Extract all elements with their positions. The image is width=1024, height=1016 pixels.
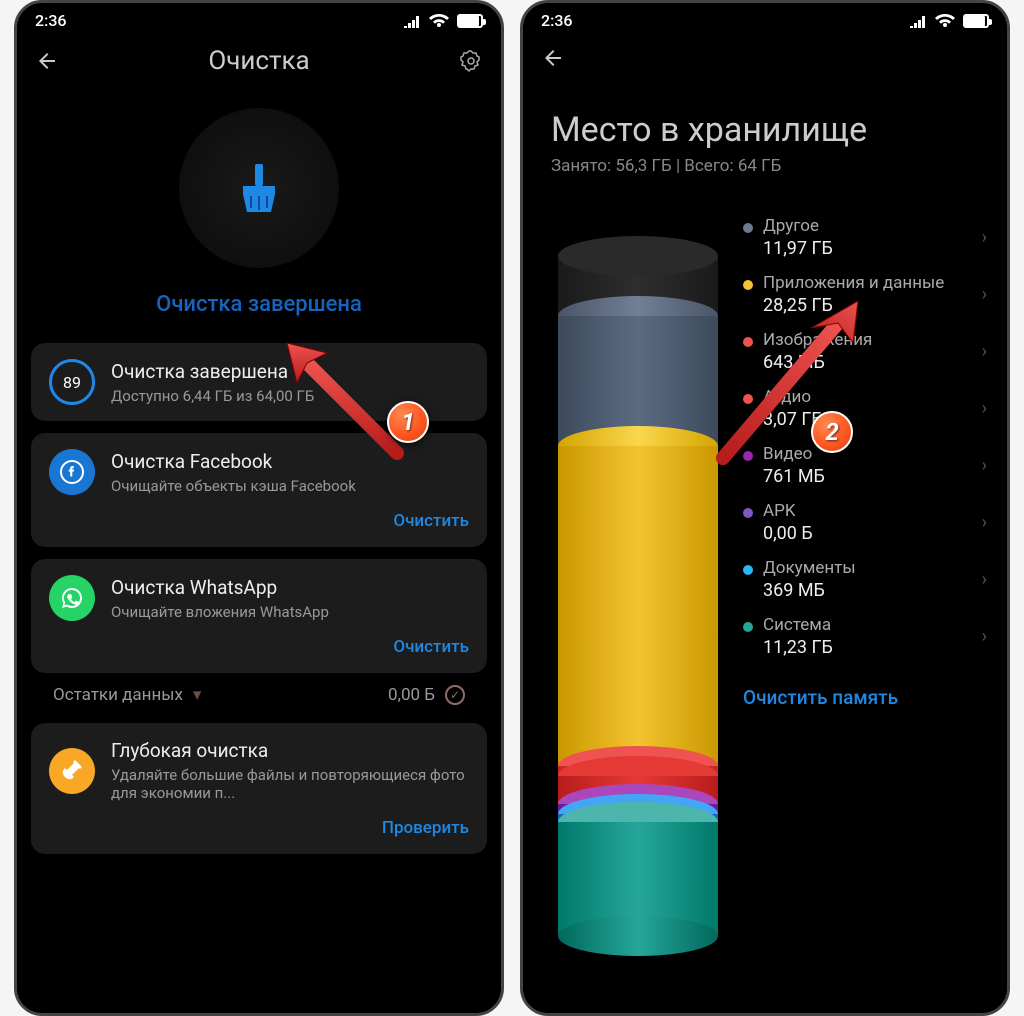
legend-dot-icon xyxy=(743,280,753,290)
legend-name: Приложения и данные xyxy=(763,273,944,293)
legend-item[interactable]: Другое 11,97 ГБ › xyxy=(743,216,987,259)
settings-button[interactable] xyxy=(459,49,483,73)
legend-item[interactable]: Изображения 643 МБ › xyxy=(743,330,987,373)
battery-icon xyxy=(457,14,483,28)
status-bar: 2:36 xyxy=(17,3,501,34)
chevron-down-icon: ▾ xyxy=(193,685,202,705)
storage-header: Место в хранилище Занято: 56,3 ГБ | Всег… xyxy=(523,70,1007,186)
legend-item[interactable]: APK 0,00 Б › xyxy=(743,501,987,544)
legend-value: 761 МБ xyxy=(763,466,825,487)
clean-memory-button[interactable]: Очистить память xyxy=(743,672,987,711)
phone-screen-cleaner: 2:36 Очистка xyxy=(14,0,504,1016)
legend-item[interactable]: Аудио 3,07 ГБ › xyxy=(743,387,987,430)
chevron-right-icon: › xyxy=(982,569,987,590)
card-subtitle: Удаляйте большие файлы и повторяющиеся ф… xyxy=(111,766,469,802)
legend-dot-icon xyxy=(743,565,753,575)
legend-value: 369 МБ xyxy=(763,580,856,601)
card-subtitle: Очищайте вложения WhatsApp xyxy=(111,603,469,621)
residual-value: 0,00 Б xyxy=(388,685,435,705)
clean-circle xyxy=(179,108,339,268)
legend-dot-icon xyxy=(743,223,753,233)
signal-icon xyxy=(909,14,927,28)
clean-done-label: Очистка завершена xyxy=(156,292,362,317)
chevron-right-icon: › xyxy=(982,398,987,419)
legend-item[interactable]: Приложения и данные 28,25 ГБ › xyxy=(743,273,987,316)
legend-item[interactable]: Документы 369 МБ › xyxy=(743,558,987,601)
ring-progress-icon: 89 xyxy=(49,359,95,405)
annotation-marker-1: 1 xyxy=(387,401,429,443)
clean-button[interactable]: Очистить xyxy=(49,637,469,657)
status-time: 2:36 xyxy=(541,11,573,30)
storage-subtitle: Занято: 56,3 ГБ | Всего: 64 ГБ xyxy=(551,156,979,176)
status-icons xyxy=(403,14,483,28)
signal-icon xyxy=(403,14,421,28)
legend-dot-icon xyxy=(743,451,753,461)
brush-icon xyxy=(229,158,289,218)
residual-data-row[interactable]: Остатки данных ▾ 0,00 Б ✓ xyxy=(31,679,487,711)
card-facebook-clean: Очистка Facebook Очищайте объекты кэша F… xyxy=(31,433,487,547)
legend-name: Видео xyxy=(763,444,825,464)
legend-dot-icon xyxy=(743,508,753,518)
legend-dot-icon xyxy=(743,622,753,632)
legend-value: 11,23 ГБ xyxy=(763,637,833,658)
legend-dot-icon xyxy=(743,337,753,347)
card-title: Глубокая очистка xyxy=(111,739,469,762)
legend-name: Аудио xyxy=(763,387,823,407)
back-button[interactable] xyxy=(541,46,565,70)
legend-item[interactable]: Видео 761 МБ › xyxy=(743,444,987,487)
facebook-icon xyxy=(49,449,95,495)
clean-button[interactable]: Очистить xyxy=(49,511,469,531)
card-deep-clean: Глубокая очистка Удаляйте большие файлы … xyxy=(31,723,487,854)
card-title: Очистка WhatsApp xyxy=(111,576,469,599)
back-button[interactable] xyxy=(35,49,59,73)
card-whatsapp-clean: Очистка WhatsApp Очищайте вложения Whats… xyxy=(31,559,487,673)
chevron-right-icon: › xyxy=(982,341,987,362)
storage-legend: Другое 11,97 ГБ › Приложения и данные 28… xyxy=(743,216,987,936)
card-title: Очистка Facebook xyxy=(111,450,469,473)
header xyxy=(523,34,1007,70)
legend-value: 28,25 ГБ xyxy=(763,295,944,316)
legend-value: 11,97 ГБ xyxy=(763,238,833,259)
residual-label: Остатки данных xyxy=(53,685,183,705)
check-icon: ✓ xyxy=(445,685,465,705)
clean-hero: Очистка завершена xyxy=(17,88,501,327)
chevron-right-icon: › xyxy=(982,284,987,305)
cards-list: 89 Очистка завершена Доступно 6,44 ГБ из… xyxy=(17,327,501,870)
legend-value: 0,00 Б xyxy=(763,523,813,544)
card-subtitle: Очищайте объекты кэша Facebook xyxy=(111,477,469,495)
legend-name: Изображения xyxy=(763,330,872,350)
legend-name: Система xyxy=(763,615,833,635)
chevron-right-icon: › xyxy=(982,455,987,476)
legend-dot-icon xyxy=(743,394,753,404)
status-time: 2:36 xyxy=(35,11,67,30)
legend-item[interactable]: Система 11,23 ГБ › xyxy=(743,615,987,658)
storage-title: Место в хранилище xyxy=(551,110,979,150)
check-button[interactable]: Проверить xyxy=(49,818,469,838)
shovel-icon xyxy=(49,748,95,794)
wifi-icon xyxy=(935,14,955,28)
chevron-right-icon: › xyxy=(982,227,987,248)
status-bar: 2:36 xyxy=(523,3,1007,34)
chevron-right-icon: › xyxy=(982,512,987,533)
status-icons xyxy=(909,14,989,28)
legend-name: APK xyxy=(763,501,813,521)
legend-name: Другое xyxy=(763,216,833,236)
whatsapp-icon xyxy=(49,575,95,621)
annotation-marker-2: 2 xyxy=(811,411,853,453)
legend-value: 643 МБ xyxy=(763,352,872,373)
chevron-right-icon: › xyxy=(982,626,987,647)
storage-body: Другое 11,97 ГБ › Приложения и данные 28… xyxy=(523,186,1007,946)
header: Очистка xyxy=(17,34,501,88)
legend-name: Документы xyxy=(763,558,856,578)
battery-icon xyxy=(963,14,989,28)
storage-cylinder xyxy=(553,216,723,936)
wifi-icon xyxy=(429,14,449,28)
card-title: Очистка завершена xyxy=(111,360,469,383)
page-title: Очистка xyxy=(75,46,443,76)
phone-screen-storage: 2:36 Место в хранилище Занято: 56,3 ГБ |… xyxy=(520,0,1010,1016)
